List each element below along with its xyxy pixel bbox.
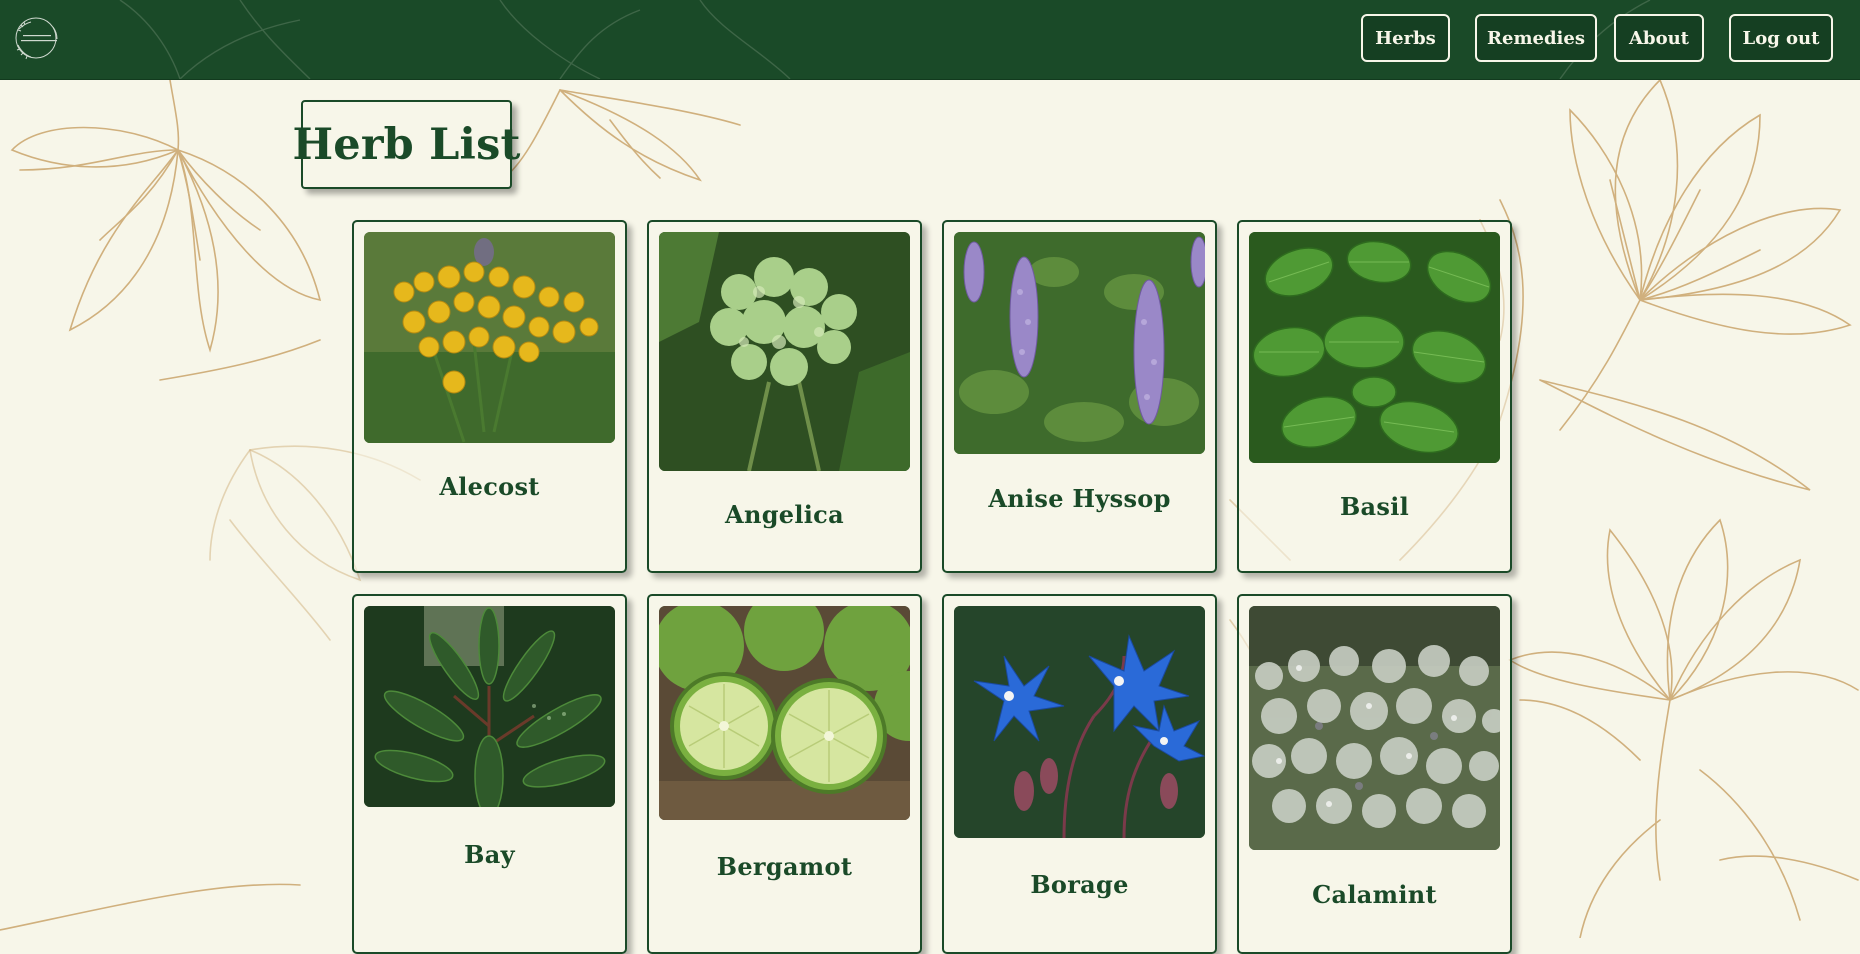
herb-photo-calamint: [1249, 606, 1500, 850]
top-navbar: Herbs Remedies About Log out: [0, 0, 1860, 80]
herb-card-calamint[interactable]: Calamint: [1237, 594, 1512, 954]
herb-name: Basil: [1339, 492, 1410, 521]
herb-name: Bay: [464, 840, 515, 869]
herb-name: Angelica: [725, 500, 844, 529]
herb-name: Anise Hyssop: [988, 484, 1171, 513]
log-out-button[interactable]: Log out: [1729, 14, 1833, 62]
herb-card-angelica[interactable]: Angelica: [647, 220, 922, 573]
herb-card-alecost[interactable]: Alecost: [352, 220, 627, 573]
page-title: Herb List: [292, 100, 520, 189]
herb-photo-borage: [954, 606, 1205, 838]
herb-photo-alecost: [364, 232, 615, 443]
herb-card-basil[interactable]: Basil: [1237, 220, 1512, 573]
nav-about-button[interactable]: About: [1614, 14, 1704, 62]
nav-remedies-button[interactable]: Remedies: [1475, 14, 1597, 62]
herb-photo-angelica: [659, 232, 910, 471]
herb-card-anise-hyssop[interactable]: Anise Hyssop: [942, 220, 1217, 573]
background-floral-art: [0, 78, 1859, 938]
herb-name: Alecost: [439, 472, 540, 501]
brand-logo[interactable]: [13, 15, 65, 62]
herb-card-borage[interactable]: Borage: [942, 594, 1217, 954]
herb-name: Calamint: [1312, 880, 1437, 909]
herb-name: Bergamot: [716, 852, 853, 881]
nav-herbs-button[interactable]: Herbs: [1361, 14, 1450, 62]
herb-photo-bergamot: [659, 606, 910, 820]
apothecary-wreath-logo-icon: [15, 17, 58, 60]
herb-card-bergamot[interactable]: Bergamot: [647, 594, 922, 954]
herb-photo-anise-hyssop: [954, 232, 1205, 454]
herb-name: Borage: [1030, 870, 1129, 899]
herb-photo-basil: [1249, 232, 1500, 463]
herb-photo-bay: [364, 606, 615, 807]
herb-card-bay[interactable]: Bay: [352, 594, 627, 954]
